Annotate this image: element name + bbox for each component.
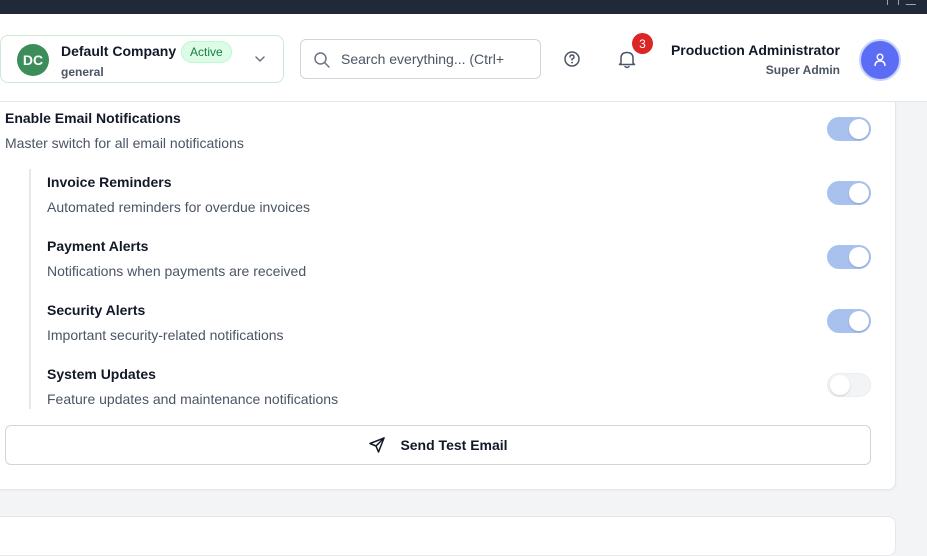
invoice-reminders-description: Automated reminders for overdue invoices — [47, 199, 311, 215]
system-updates-description: Feature updates and maintenance notifica… — [47, 391, 339, 407]
window-control-icon[interactable] — [905, 0, 919, 5]
user-icon — [874, 53, 886, 67]
window-title-strip — [0, 0, 927, 14]
user-avatar[interactable] — [859, 39, 901, 81]
send-icon — [369, 437, 386, 453]
payment-alerts-title: Payment Alerts — [47, 238, 149, 254]
user-role: Super Admin — [765, 63, 840, 77]
toggle-knob — [849, 311, 869, 331]
global-search[interactable] — [300, 39, 541, 79]
send-test-email-label: Send Test Email — [400, 437, 508, 453]
company-name: Default Company — [61, 43, 177, 59]
company-avatar: DC — [17, 44, 49, 76]
security-alerts-title: Security Alerts — [47, 302, 146, 318]
notification-count-badge: 3 — [632, 33, 653, 54]
company-status-badge: Active — [181, 41, 232, 63]
toggle-knob — [830, 375, 850, 395]
next-settings-card — [0, 516, 896, 556]
toggle-payment-alerts[interactable] — [827, 245, 871, 269]
search-input[interactable] — [341, 48, 537, 70]
window-control-icon[interactable] — [887, 0, 899, 5]
toggle-knob — [849, 119, 869, 139]
search-icon — [314, 52, 330, 68]
security-alerts-description: Important security-related notifications — [47, 327, 284, 343]
help-circle-icon[interactable] — [563, 50, 581, 68]
toggle-enable-email-notifications[interactable] — [827, 117, 871, 141]
toggle-system-updates[interactable] — [827, 373, 871, 397]
company-subtitle: general — [61, 65, 104, 79]
payment-alerts-description: Notifications when payments are received — [47, 263, 307, 279]
user-info[interactable]: Production Administrator Super Admin — [671, 42, 840, 77]
toggle-knob — [849, 247, 869, 267]
nested-settings-divider — [29, 169, 31, 409]
company-switcher[interactable]: DC Default Company Active general — [0, 35, 284, 83]
toggle-invoice-reminders[interactable] — [827, 181, 871, 205]
toggle-knob — [849, 183, 869, 203]
master-description: Master switch for all email notification… — [5, 135, 244, 151]
chevron-down-icon[interactable] — [253, 52, 267, 66]
top-header: DC Default Company Active general 3 Prod… — [0, 14, 927, 102]
system-updates-title: System Updates — [47, 366, 156, 382]
toggle-security-alerts[interactable] — [827, 309, 871, 333]
send-test-email-button[interactable]: Send Test Email — [5, 425, 871, 465]
invoice-reminders-title: Invoice Reminders — [47, 174, 172, 190]
master-title: Enable Email Notifications — [5, 110, 181, 126]
user-name: Production Administrator — [670, 42, 840, 58]
